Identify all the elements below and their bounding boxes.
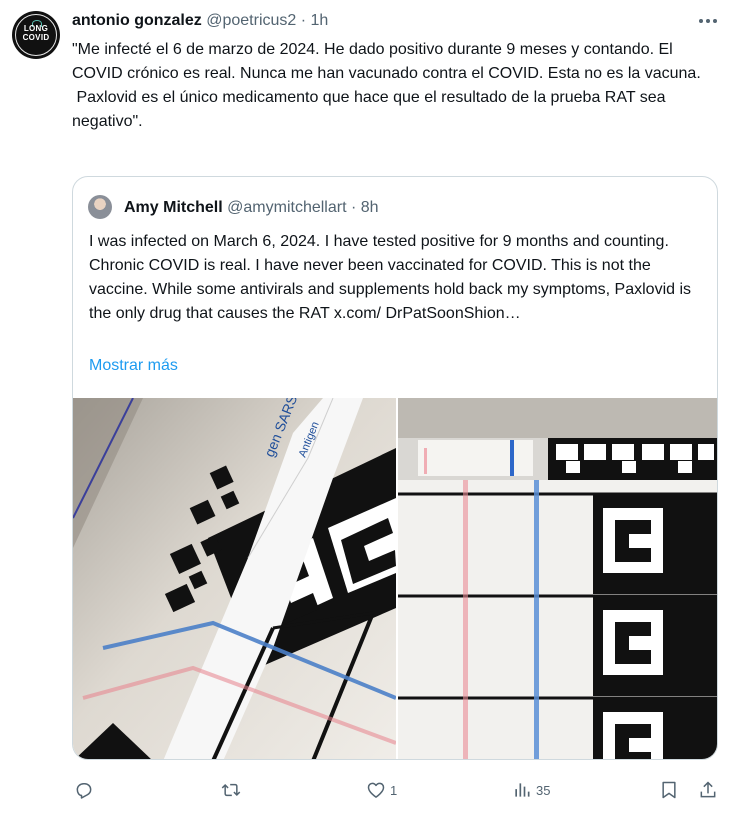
views-icon — [515, 783, 530, 797]
share-button[interactable] — [698, 774, 718, 806]
tweet-header: antonio gonzalez @poetricus2 · 1h — [72, 11, 328, 31]
quote-author-name: Amy Mitchell — [124, 199, 223, 216]
header-separator: · — [300, 12, 307, 29]
quote-author-handle: @amymitchellart — [227, 199, 347, 216]
author-handle[interactable]: @poetricus2 — [206, 12, 296, 29]
views-button[interactable]: 35 — [512, 774, 550, 806]
like-button[interactable]: 1 — [366, 774, 397, 806]
author-name[interactable]: antonio gonzalez — [72, 12, 202, 29]
quote-time: 8h — [360, 199, 379, 216]
avatar-label: LONG COVID — [12, 24, 60, 42]
repost-button[interactable] — [220, 774, 242, 806]
more-icon — [699, 19, 717, 23]
author-avatar[interactable]: LONG COVID — [12, 11, 60, 59]
reply-button[interactable] — [74, 774, 94, 806]
like-icon — [367, 782, 385, 798]
quote-separator: · — [350, 199, 357, 216]
show-more-link[interactable]: Mostrar más — [89, 354, 178, 378]
bookmark-button[interactable] — [659, 774, 679, 806]
views-count: 35 — [536, 782, 551, 798]
tweet-actions: 1 35 — [0, 774, 738, 806]
tweet: LONG COVID antonio gonzalez @poetricus2 … — [0, 0, 738, 814]
reply-icon — [76, 783, 92, 799]
quote-header: Amy Mitchell @amymitchellart · 8h — [124, 198, 379, 218]
quote-photo-2[interactable] — [398, 398, 717, 759]
bookmark-icon — [662, 781, 676, 799]
tweet-time[interactable]: 1h — [311, 12, 329, 29]
more-options-button[interactable] — [697, 10, 719, 32]
tweet-text: "Me infecté el 6 de marzo de 2024. He da… — [72, 41, 701, 130]
avatar-line2: COVID — [22, 33, 50, 42]
quoted-tweet[interactable]: Amy Mitchell @amymitchellart · 8h I was … — [72, 176, 718, 760]
share-icon — [700, 781, 716, 798]
quote-text: I was infected on March 6, 2024. I have … — [89, 233, 692, 322]
quote-photo-1[interactable]: gen SARS Antigen — [73, 398, 396, 759]
quote-author-avatar[interactable] — [88, 195, 112, 219]
like-count: 1 — [390, 782, 398, 798]
avatar-line1: LONG — [23, 24, 49, 33]
repost-icon — [221, 783, 241, 797]
